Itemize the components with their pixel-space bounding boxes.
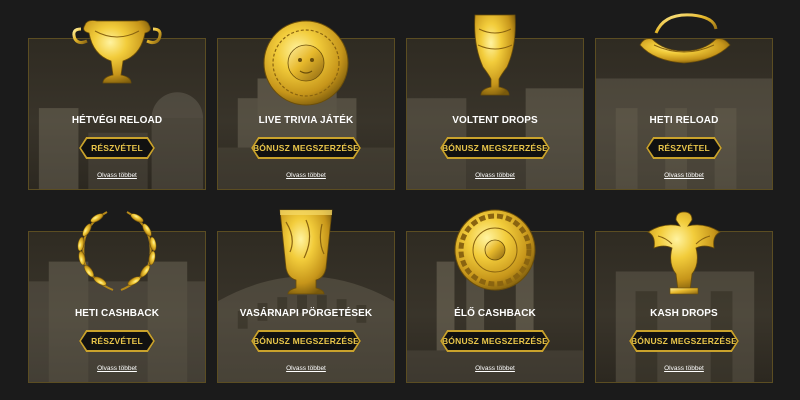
promo-card: LIVE TRIVIA JÁTÉK BÓNUSZ MEGSZERZÉSE Olv… <box>217 20 395 190</box>
read-more-link[interactable]: Olvass többet <box>407 365 583 372</box>
promo-title: VASÁRNAPI PÖRGETÉSEK <box>239 308 373 319</box>
promotions-grid: HÉTVÉGI RELOAD RÉSZVÉTEL Olvass többet L… <box>0 0 800 400</box>
promo-title: LIVE TRIVIA JÁTÉK <box>258 115 354 126</box>
golden-medusa-shield-icon <box>256 15 356 107</box>
read-more-link[interactable]: Olvass többet <box>218 365 394 372</box>
claim-bonus-button[interactable]: BÓNUSZ MEGSZERZÉSE <box>440 137 550 159</box>
promo-title: HETI RELOAD <box>649 115 719 126</box>
join-button[interactable]: RÉSZVÉTEL <box>646 137 722 159</box>
promo-card: HETI CASHBACK RÉSZVÉTEL Olvass többet <box>28 211 206 383</box>
read-more-link[interactable]: Olvass többet <box>29 365 205 372</box>
laurel-wreath-icon <box>67 208 167 300</box>
golden-goblet-icon <box>445 14 545 107</box>
promo-card: KASH DROPS BÓNUSZ MEGSZERZÉSE Olvass töb… <box>595 211 773 383</box>
golden-beaker-icon <box>256 208 356 300</box>
golden-cup-icon <box>67 15 167 107</box>
promo-title: VOLTENT DROPS <box>452 115 538 126</box>
promo-card: HETI RELOAD RÉSZVÉTEL Olvass többet <box>595 13 773 190</box>
read-more-link[interactable]: Olvass többet <box>29 172 205 179</box>
promo-title: HETI CASHBACK <box>74 308 160 319</box>
promo-title: KASH DROPS <box>650 308 718 319</box>
promo-title: HÉTVÉGI RELOAD <box>71 115 163 126</box>
read-more-link[interactable]: Olvass többet <box>596 172 772 179</box>
promo-title: ÉLŐ CASHBACK <box>454 308 536 319</box>
claim-bonus-button[interactable]: BÓNUSZ MEGSZERZÉSE <box>629 330 739 352</box>
read-more-link[interactable]: Olvass többet <box>218 172 394 179</box>
join-button[interactable]: RÉSZVÉTEL <box>79 137 155 159</box>
read-more-link[interactable]: Olvass többet <box>596 365 772 372</box>
read-more-link[interactable]: Olvass többet <box>407 172 583 179</box>
golden-eagle-icon <box>634 208 734 300</box>
claim-bonus-button[interactable]: BÓNUSZ MEGSZERZÉSE <box>440 330 550 352</box>
claim-bonus-button[interactable]: BÓNUSZ MEGSZERZÉSE <box>251 137 361 159</box>
promo-card: ÉLŐ CASHBACK BÓNUSZ MEGSZERZÉSE Olvass t… <box>406 209 584 383</box>
golden-plate-icon <box>445 208 545 300</box>
promo-card: VASÁRNAPI PÖRGETÉSEK BÓNUSZ MEGSZERZÉSE … <box>217 209 395 383</box>
golden-boat-vessel-icon <box>634 13 734 107</box>
promo-card: HÉTVÉGI RELOAD RÉSZVÉTEL Olvass többet <box>28 20 206 190</box>
join-button[interactable]: RÉSZVÉTEL <box>79 330 155 352</box>
promo-card: VOLTENT DROPS BÓNUSZ MEGSZERZÉSE Olvass … <box>406 14 584 190</box>
claim-bonus-button[interactable]: BÓNUSZ MEGSZERZÉSE <box>251 330 361 352</box>
